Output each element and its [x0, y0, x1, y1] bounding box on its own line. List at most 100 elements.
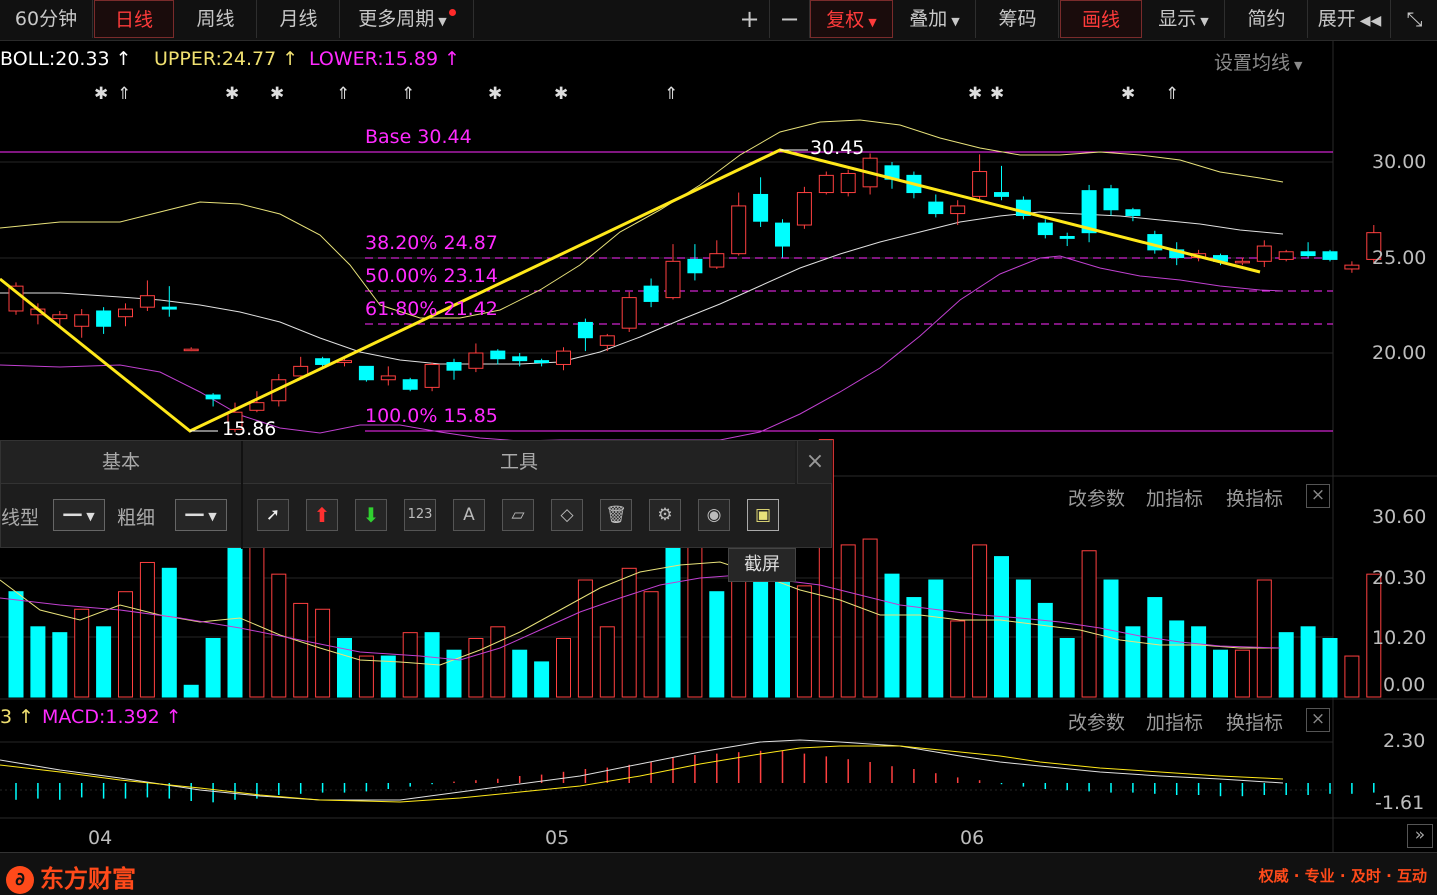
- brand-logo[interactable]: ∂ 东方财富: [6, 859, 136, 894]
- settings-tool-button[interactable]: ⚙: [649, 499, 681, 531]
- volume-bar[interactable]: [862, 538, 878, 698]
- candle-body[interactable]: [818, 174, 834, 194]
- candle-body[interactable]: [358, 365, 374, 381]
- candle-body[interactable]: [577, 321, 593, 339]
- volume-bar[interactable]: [972, 544, 988, 698]
- volume-bar[interactable]: [402, 632, 418, 698]
- volume-bar[interactable]: [446, 649, 462, 698]
- candle-body[interactable]: [731, 205, 747, 255]
- volume-bar[interactable]: [293, 602, 309, 698]
- volume-bar[interactable]: [643, 591, 659, 698]
- volume-bar[interactable]: [1278, 632, 1294, 698]
- candle-body[interactable]: [74, 314, 90, 327]
- volume-bar[interactable]: [161, 567, 177, 698]
- candle-body[interactable]: [380, 375, 396, 381]
- candle-body[interactable]: [753, 193, 769, 222]
- panel-close-icon[interactable]: ×: [797, 441, 832, 484]
- candle-body[interactable]: [1234, 260, 1250, 264]
- volume-bar[interactable]: [30, 626, 46, 698]
- volume-bar[interactable]: [380, 655, 396, 698]
- candle-body[interactable]: [1037, 222, 1053, 236]
- candle-body[interactable]: [1103, 188, 1119, 211]
- volume-bar[interactable]: [884, 573, 900, 698]
- candle-body[interactable]: [840, 172, 856, 194]
- visibility-tool-button[interactable]: ◉: [698, 499, 730, 531]
- candle-body[interactable]: [687, 258, 703, 274]
- candle-body[interactable]: [161, 306, 177, 310]
- volume-bar[interactable]: [139, 561, 155, 698]
- delete-tool-button[interactable]: 🗑: [600, 499, 632, 531]
- volume-bar[interactable]: [1015, 579, 1031, 698]
- volume-bar[interactable]: [556, 638, 571, 698]
- volume-bar[interactable]: [74, 608, 90, 698]
- candle-body[interactable]: [249, 402, 265, 411]
- volume-bar[interactable]: [621, 567, 637, 698]
- number-tool-button[interactable]: 123: [404, 499, 436, 531]
- candle-body[interactable]: [1059, 235, 1075, 239]
- volume-bar[interactable]: [709, 591, 725, 698]
- candle-body[interactable]: [775, 222, 790, 247]
- candle-body[interactable]: [490, 350, 506, 360]
- tab-basic[interactable]: 基本: [1, 441, 243, 484]
- kline-chart[interactable]: [0, 0, 1437, 852]
- volume-bar[interactable]: [1300, 626, 1316, 698]
- volume-bar[interactable]: [337, 638, 352, 698]
- text-tool-button[interactable]: A: [453, 499, 485, 531]
- candle-body[interactable]: [205, 394, 221, 400]
- volume-bar[interactable]: [315, 608, 331, 698]
- macd-add-indicator-button[interactable]: 加指标: [1146, 708, 1203, 735]
- candle-body[interactable]: [118, 308, 133, 318]
- candle-body[interactable]: [1344, 264, 1360, 270]
- candle-body[interactable]: [950, 205, 966, 215]
- volume-bar[interactable]: [1256, 579, 1272, 698]
- volume-bar[interactable]: [1234, 649, 1250, 698]
- candle-body[interactable]: [468, 352, 484, 369]
- candle-body[interactable]: [556, 350, 571, 365]
- macd-switch-indicator-button[interactable]: 换指标: [1226, 708, 1283, 735]
- volume-bar[interactable]: [1147, 597, 1163, 698]
- ruler-tool-button[interactable]: ▱: [502, 499, 534, 531]
- line-type-select[interactable]: ━━ ▼: [53, 499, 105, 531]
- candle-body[interactable]: [424, 363, 440, 388]
- volume-bar[interactable]: [1344, 655, 1360, 698]
- macd-modify-params-button[interactable]: 改参数: [1068, 708, 1125, 735]
- volume-bar[interactable]: [1081, 550, 1097, 698]
- candle-body[interactable]: [1278, 251, 1294, 260]
- volume-bar[interactable]: [1322, 638, 1338, 698]
- volume-bar[interactable]: [205, 638, 221, 698]
- candle-body[interactable]: [402, 379, 418, 390]
- candle-body[interactable]: [665, 260, 681, 299]
- candle-body[interactable]: [512, 356, 528, 362]
- candle-body[interactable]: [534, 360, 550, 364]
- candle-body[interactable]: [96, 310, 112, 327]
- volume-bar[interactable]: [796, 585, 812, 698]
- candle-body[interactable]: [315, 358, 331, 365]
- tab-tools[interactable]: 工具: [243, 441, 795, 484]
- candle-body[interactable]: [183, 348, 199, 352]
- volume-bar[interactable]: [512, 649, 528, 698]
- candle-body[interactable]: [972, 171, 988, 197]
- volume-bar[interactable]: [490, 626, 506, 698]
- volume-add-indicator-button[interactable]: 加指标: [1146, 484, 1203, 511]
- candle-body[interactable]: [1322, 251, 1338, 260]
- candle-body[interactable]: [796, 192, 812, 226]
- buy-arrow-tool-button[interactable]: ⬆: [306, 499, 338, 531]
- volume-bar[interactable]: [1125, 626, 1141, 698]
- candle-body[interactable]: [446, 362, 462, 371]
- sell-arrow-tool-button[interactable]: ⬇: [355, 499, 387, 531]
- pointer-tool-button[interactable]: ➚: [257, 499, 289, 531]
- volume-bar[interactable]: [906, 597, 922, 698]
- candle-body[interactable]: [994, 192, 1009, 197]
- volume-bar[interactable]: [928, 579, 944, 698]
- candle-body[interactable]: [643, 285, 659, 302]
- volume-bar[interactable]: [534, 661, 550, 698]
- candle-body[interactable]: [1300, 251, 1316, 257]
- candle-body[interactable]: [709, 253, 725, 268]
- volume-bar[interactable]: [96, 626, 112, 698]
- volume-switch-indicator-button[interactable]: 换指标: [1226, 484, 1283, 511]
- screenshot-tool-button[interactable]: ▣: [747, 499, 779, 531]
- volume-bar[interactable]: [52, 632, 68, 698]
- volume-bar[interactable]: [468, 638, 484, 698]
- candle-body[interactable]: [1125, 209, 1141, 216]
- volume-bar[interactable]: [1169, 620, 1185, 698]
